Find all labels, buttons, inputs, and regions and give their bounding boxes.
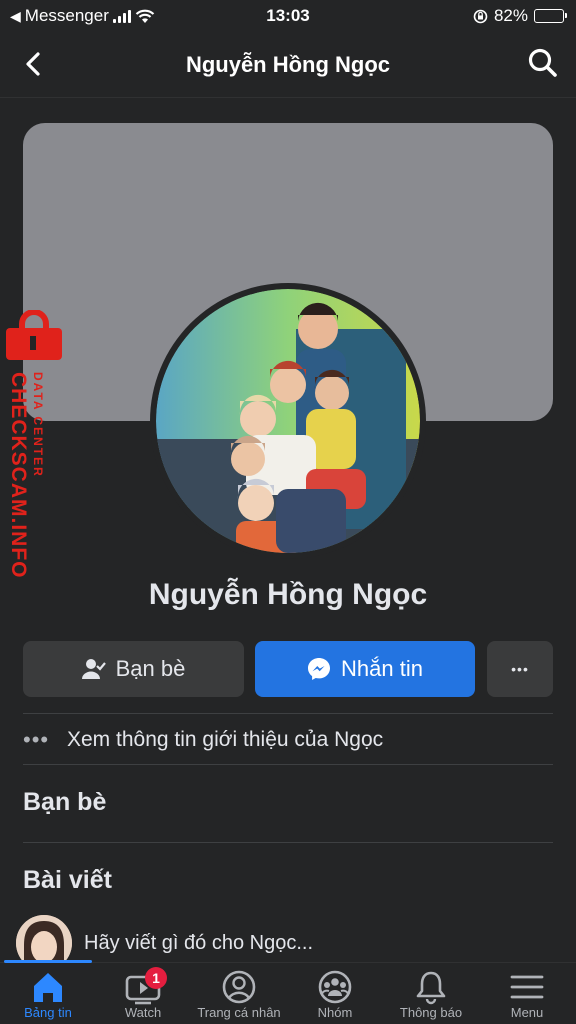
message-button[interactable]: Nhắn tin [255, 641, 475, 697]
watermark-checkscam: DATA CENTER CHECKSCAM.INFO [4, 309, 64, 590]
bell-icon [416, 971, 446, 1005]
bottom-tab-bar: Bảng tin 1 Watch Trang cá nhân Nhóm Thôn… [0, 960, 576, 1024]
more-icon: ••• [511, 661, 529, 677]
tab-label: Nhóm [317, 1005, 353, 1020]
padlock-logo: DATA CENTER CHECKSCAM.INFO [6, 309, 62, 579]
posts-section-title: Bài viết [23, 866, 112, 894]
friends-button[interactable]: Bạn bè [23, 641, 244, 697]
about-info-row[interactable]: ••• Xem thông tin giới thiệu của Ngọc [23, 716, 553, 764]
tab-menu[interactable]: Menu [479, 969, 575, 1024]
tab-label: Watch [124, 1005, 162, 1020]
svg-text:CHECKSCAM.INFO: CHECKSCAM.INFO [7, 372, 30, 579]
friend-check-icon [81, 659, 106, 679]
active-tab-indicator [4, 960, 92, 963]
tab-label: Thông báo [399, 1005, 463, 1020]
composer-placeholder: Hãy viết gì đó cho Ngọc... [84, 931, 314, 954]
tab-label: Menu [510, 1005, 544, 1020]
divider [23, 842, 553, 843]
messenger-icon [308, 658, 331, 680]
divider [23, 764, 553, 765]
home-icon [34, 973, 62, 1002]
search-icon[interactable] [526, 46, 560, 80]
nav-header: Nguyễn Hồng Ngọc [0, 32, 576, 98]
battery-icon [534, 9, 567, 23]
about-info-label: Xem thông tin giới thiệu của Ngọc [67, 728, 384, 751]
profile-name: Nguyễn Hồng Ngọc [148, 578, 428, 611]
message-button-label: Nhắn tin [341, 656, 423, 681]
profile-picture-frame[interactable] [150, 283, 426, 559]
tab-groups[interactable]: Nhóm [287, 969, 383, 1024]
page-title: Nguyễn Hồng Ngọc [185, 52, 391, 77]
friends-section-title[interactable]: Bạn bè [23, 788, 106, 817]
profile-picture [156, 289, 420, 553]
notification-badge: 1 [145, 967, 167, 989]
battery-percent: 82% [493, 6, 528, 25]
orientation-lock-icon [473, 9, 488, 23]
groups-icon [318, 970, 352, 1004]
status-right: 82% [473, 6, 567, 26]
profile-icon [222, 970, 256, 1004]
tab-label: Bảng tin [24, 1005, 72, 1020]
tab-news-feed[interactable]: Bảng tin [0, 969, 96, 1024]
svg-text:DATA CENTER: DATA CENTER [31, 372, 45, 478]
friends-button-label: Bạn bè [115, 656, 186, 681]
more-options-button[interactable]: ••• [487, 641, 553, 697]
tab-notifications[interactable]: Thông báo [383, 969, 479, 1024]
more-dots-icon: ••• [23, 727, 50, 752]
status-bar: ◀ Messenger 13:03 82% [0, 0, 576, 32]
tab-watch[interactable]: 1 Watch [95, 967, 191, 1024]
tab-label: Trang cá nhân [197, 1005, 281, 1020]
menu-icon [510, 975, 544, 999]
divider [23, 713, 553, 714]
tab-profile[interactable]: Trang cá nhân [191, 969, 287, 1024]
watch-icon-wrap: 1 [123, 967, 167, 1005]
post-composer[interactable]: Hãy viết gì đó cho Ngọc... [16, 915, 556, 971]
profile-page: ◀ Messenger 13:03 82% Nguyễn Hồng Ngọc D… [0, 0, 576, 1024]
